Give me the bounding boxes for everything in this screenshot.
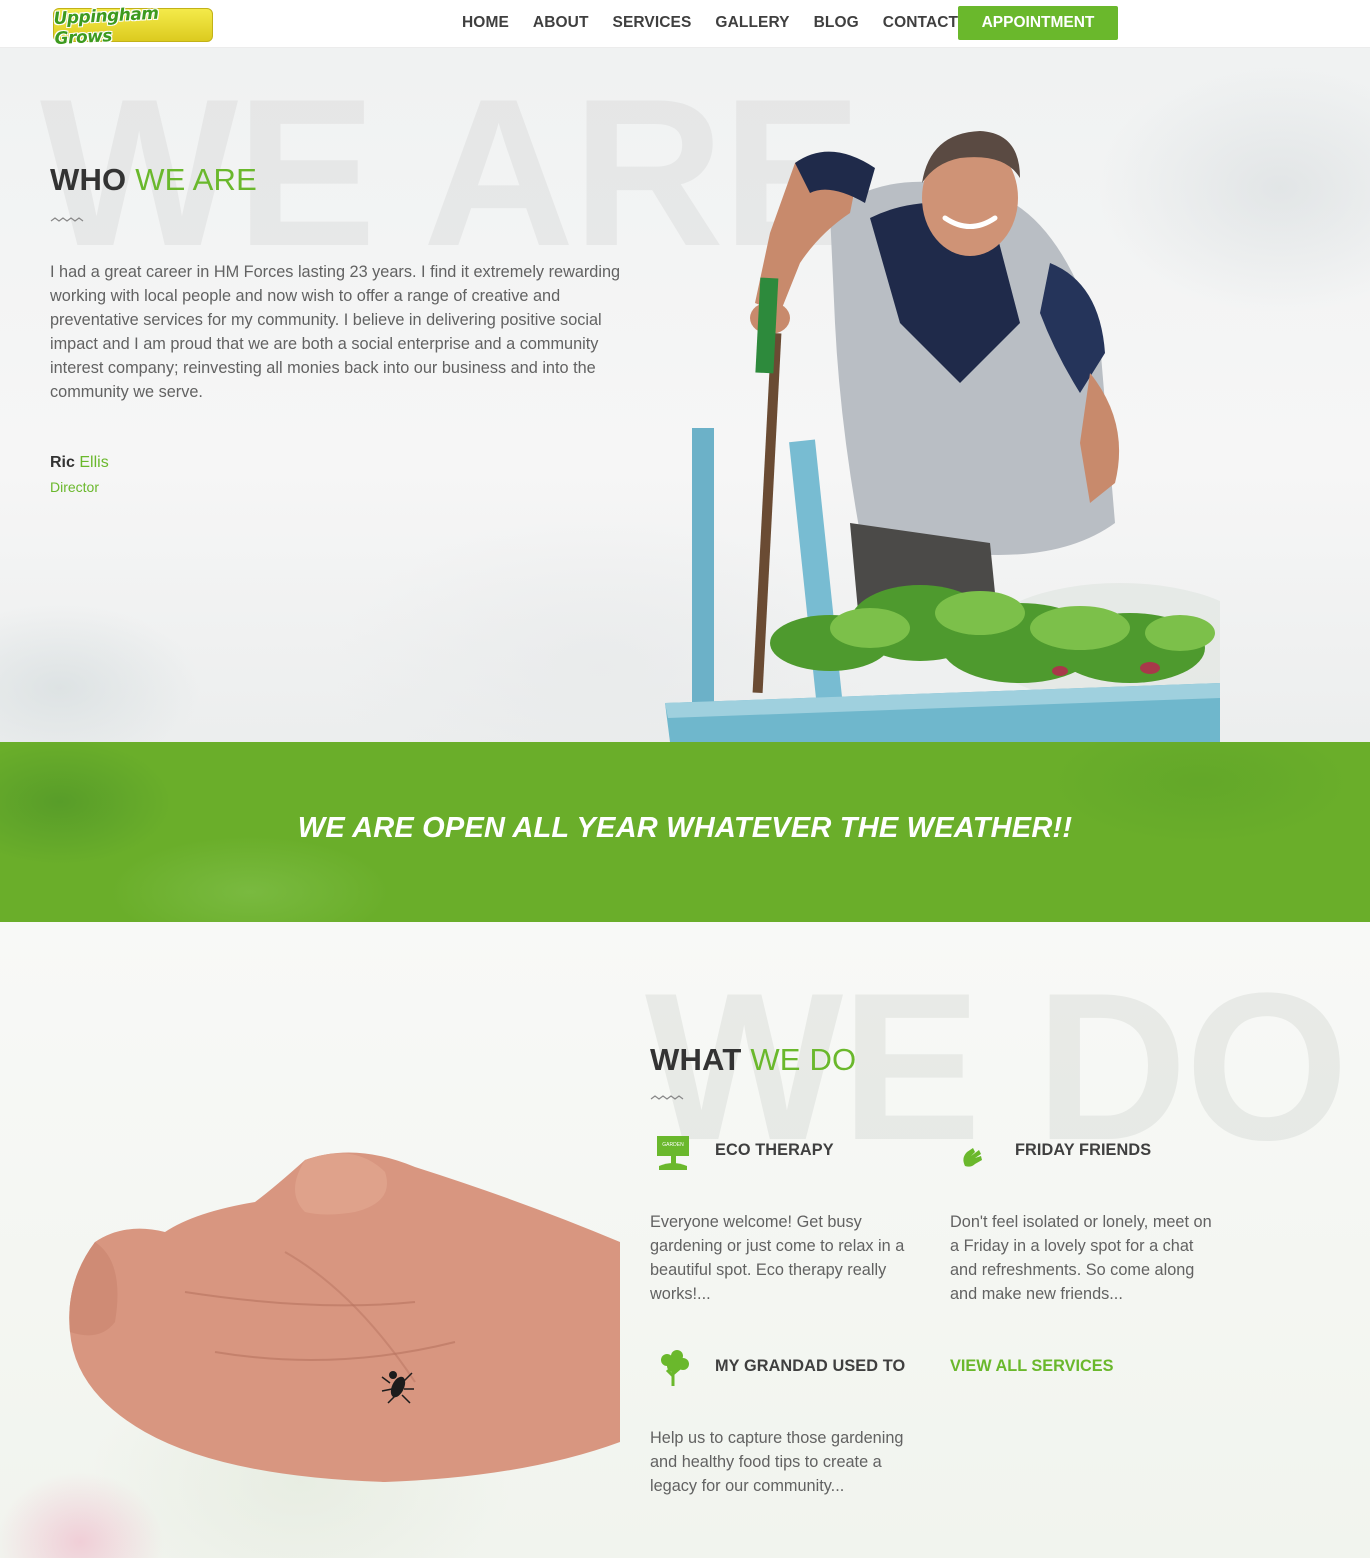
services-title: WHAT WE DO <box>650 1042 856 1078</box>
about-title-dark: WHO <box>50 162 127 197</box>
about-title-accent: WE ARE <box>135 162 257 197</box>
signature-first-name: Ric <box>50 454 75 471</box>
garden-sign-text: GARDEN <box>662 1142 684 1148</box>
nav-about[interactable]: ABOUT <box>533 14 589 32</box>
service-description: Don't feel isolated or lonely, meet on a… <box>950 1213 1212 1303</box>
site-logo[interactable]: Uppingham Grows <box>53 4 213 49</box>
service-title: ECO THERAPY <box>715 1141 834 1159</box>
nav-gallery[interactable]: GALLERY <box>715 14 789 32</box>
nav-contact[interactable]: CONTACT <box>883 14 958 32</box>
appointment-button[interactable]: APPOINTMENT <box>958 6 1118 40</box>
gardener-photo <box>665 131 1220 742</box>
site-header: Uppingham Grows HOME ABOUT SERVICES GALL… <box>0 0 1370 49</box>
banner-text: WE ARE OPEN ALL YEAR WHATEVER THE WEATHE… <box>297 812 1073 844</box>
service-title: MY GRANDAD USED TO <box>715 1357 906 1375</box>
services-section: WE DO WHAT WE DO GARDEN ECO THERAPY Ever… <box>0 922 1370 1558</box>
services-title-dark: WHAT <box>650 1042 742 1077</box>
signature-role: Director <box>50 479 100 495</box>
open-all-year-banner: WE ARE OPEN ALL YEAR WHATEVER THE WEATHE… <box>0 742 1370 922</box>
garden-sign-icon: GARDEN <box>657 1136 689 1170</box>
about-title: WHO WE ARE <box>50 162 257 198</box>
broccoli-icon <box>661 1350 689 1386</box>
view-all-services-link[interactable]: VIEW ALL SERVICES <box>950 1357 1113 1376</box>
squiggle-divider-icon <box>650 1095 684 1100</box>
logo-text: Uppingham Grows <box>53 3 159 50</box>
signature-last-name: Ellis <box>79 454 109 471</box>
hands-icon <box>963 1148 982 1167</box>
nav-blog[interactable]: BLOG <box>814 14 859 32</box>
about-paragraph: I had a great career in HM Forces lastin… <box>50 263 621 401</box>
squiggle-divider-icon <box>50 217 84 222</box>
signature-name: Ric Ellis <box>50 454 109 472</box>
nav-services[interactable]: SERVICES <box>613 14 692 32</box>
main-nav: HOME ABOUT SERVICES GALLERY BLOG CONTACT <box>450 0 970 46</box>
services-title-accent: WE DO <box>750 1042 857 1077</box>
service-title: FRIDAY FRIENDS <box>1015 1141 1152 1159</box>
service-description: Everyone welcome! Get busy gardening or … <box>650 1213 905 1303</box>
about-section: WE ARE WHO WE ARE I had a great career i… <box>0 48 1370 742</box>
service-description: Help us to capture those gardening and h… <box>650 1429 904 1495</box>
hand-with-insect-photo <box>69 1152 621 1482</box>
nav-home[interactable]: HOME <box>462 14 509 32</box>
